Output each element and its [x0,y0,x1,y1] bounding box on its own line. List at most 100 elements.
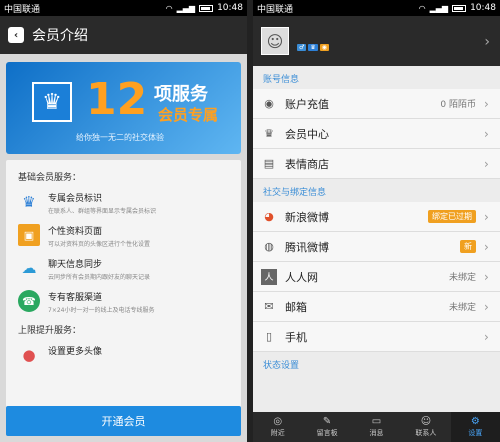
service-desc: 7×24小时一对一的线上及电话专线服务 [48,307,155,314]
tab-label: 留言板 [316,429,338,437]
service-item: ▣ 个性资料页面 可以对资料页的头像区进行个性化设置 [18,224,229,248]
service-desc: 可以对资料页的头像区进行个性化设置 [48,241,151,248]
chevron-right-icon: › [484,96,489,111]
row-recharge[interactable]: ◉ 账户充值 0 陌陌币 › [253,89,500,119]
tab-contacts[interactable]: ☺ 联系人 [401,412,450,442]
banner-slogan: 给你独一无二的社交体验 [76,133,164,142]
crown-icon: ♛ [264,127,274,140]
wallet-icon: ◉ [264,97,274,110]
weibo-icon: ◕ [264,210,274,223]
service-desc: 在联系人、群组等界面显示专属会员标识 [48,208,157,215]
tab-label: 消息 [369,429,384,437]
service-title: 专属会员标识 [48,194,103,204]
row-tencent-weibo[interactable]: ◍ 腾讯微博 新 › [253,232,500,262]
mail-icon: ✉ [264,300,274,313]
contacts-icon: ☺ [420,416,432,427]
tab-label: 附近 [270,429,285,437]
service-title: 聊天信息同步 [48,260,103,270]
location-icon: ◎ [273,416,283,427]
row-mobile[interactable]: ▯ 手机 › [253,322,500,352]
banner-services: 项服务 [154,84,208,105]
phone-icon: ☎ [18,290,40,312]
vip-badge-icon: ♛ [308,43,318,51]
services-card: 基础会员服务： ♛ 专属会员标识 在联系人、群组等界面显示专属会员标识 ▣ 个性… [6,160,241,418]
row-value: 未绑定 [448,273,476,283]
tab-message-board[interactable]: ✎ 留言板 [302,412,351,442]
tencent-weibo-icon: ◍ [264,240,274,253]
account-section-title: 账号信息 [253,66,500,89]
carrier: 中国联通 [257,4,294,15]
tab-messages[interactable]: ▭ 消息 [352,412,401,442]
avatar-icon: ● [22,346,36,364]
settings-icon: ⚙ [470,416,480,427]
banner-vip: 会员专属 [158,106,219,124]
tab-label: 联系人 [415,429,437,437]
gender-age-badge: ♂ [297,43,307,51]
status-bar: 中国联通 ◠ ▂▄▆ 10:48 [253,0,500,16]
upgrade-services-title: 上限提升服务： [18,326,82,336]
service-title: 专有客服渠道 [48,293,103,303]
vip-intro-screen: 中国联通 ◠ ▂▄▆ 10:48 ‹ 会员介绍 ♛ 12 项服务 会员专属 给你… [0,0,247,442]
chevron-right-icon: › [484,299,489,314]
row-value: 0 陌陌币 [440,100,476,110]
social-section-title: 社交与绑定信息 [253,179,500,202]
message-board-icon: ✎ [322,416,332,427]
chat-icon: ▭ [371,416,382,427]
tab-label: 设置 [468,429,483,437]
new-tag: 新 [460,240,476,253]
service-item: ♛ 专属会员标识 在联系人、群组等界面显示专属会员标识 [18,191,229,215]
service-desc: 云同步所有会员期内跟好友的聊天记录 [48,274,151,281]
row-sina-weibo[interactable]: ◕ 新浪微博 绑定已过期 › [253,202,500,232]
row-label: 新浪微博 [285,210,329,224]
clock: 10:48 [470,3,496,13]
row-label: 手机 [285,330,307,344]
tab-nearby[interactable]: ◎ 附近 [253,412,302,442]
mobile-icon: ▯ [265,330,273,343]
open-vip-button[interactable]: 开通会员 [6,406,241,436]
basic-services-title: 基础会员服务： [18,173,82,183]
battery-icon [452,4,467,12]
service-item: ☁ 聊天信息同步 云同步所有会员期内跟好友的聊天记录 [18,257,229,281]
signal-icon: ▂▄▆ [429,3,449,13]
bottom-tab-bar: ◎ 附近 ✎ 留言板 ▭ 消息 ☺ 联系人 ⚙ 设置 [253,412,500,442]
header: ‹ 会员介绍 [0,16,247,54]
service-item: ● 设置更多头像 [18,344,229,366]
status-section-title: 状态设置 [253,352,500,375]
row-vip-center[interactable]: ♛ 会员中心 › [253,119,500,149]
content: ♛ 12 项服务 会员专属 给你独一无二的社交体验 基础会员服务： ♛ 专属会员… [0,54,247,442]
profile-header[interactable]: ☺ ♂ ♛ ◉ › [253,16,500,66]
row-label: 腾讯微博 [285,240,329,254]
crown-icon: ♛ [32,82,72,122]
expired-tag: 绑定已过期 [428,210,476,223]
row-renren[interactable]: 人 人人网 未绑定 › [253,262,500,292]
store-icon: ▤ [263,157,275,170]
row-email[interactable]: ✉ 邮箱 未绑定 › [253,292,500,322]
row-label: 账户充值 [285,97,329,111]
chevron-right-icon: › [484,34,490,50]
chevron-right-icon: › [484,209,489,224]
cloud-sync-icon: ☁ [21,259,37,277]
page-title: 会员介绍 [32,28,88,44]
chevron-right-icon: › [484,126,489,141]
row-value: 未绑定 [448,303,476,313]
avatar[interactable]: ☺ [261,27,289,55]
clock: 10:48 [217,3,243,13]
crown-icon: ♛ [22,193,36,211]
settings-screen: 中国联通 ◠ ▂▄▆ 10:48 ☺ ♂ ♛ ◉ › 账号信息 ◉ 账户充值 0… [253,0,500,442]
vip-banner: ♛ 12 项服务 会员专属 给你独一无二的社交体验 [6,62,241,154]
row-label: 会员中心 [285,127,329,141]
chevron-right-icon: › [484,329,489,344]
tab-settings[interactable]: ⚙ 设置 [450,412,500,442]
row-sticker-store[interactable]: ▤ 表情商店 › [253,149,500,179]
row-label: 表情商店 [285,157,329,171]
carrier: 中国联通 [4,4,41,15]
service-title: 设置更多头像 [48,347,103,357]
profile-badges: ♂ ♛ ◉ [297,43,330,51]
banner-number: 12 [86,74,148,125]
chevron-right-icon: › [484,269,489,284]
service-title: 个性资料页面 [48,227,103,237]
renren-icon: 人 [261,268,277,285]
back-icon[interactable]: ‹ [8,27,24,43]
service-item: ☎ 专有客服渠道 7×24小时一对一的线上及电话专线服务 [18,290,229,314]
row-label: 邮箱 [285,300,307,314]
